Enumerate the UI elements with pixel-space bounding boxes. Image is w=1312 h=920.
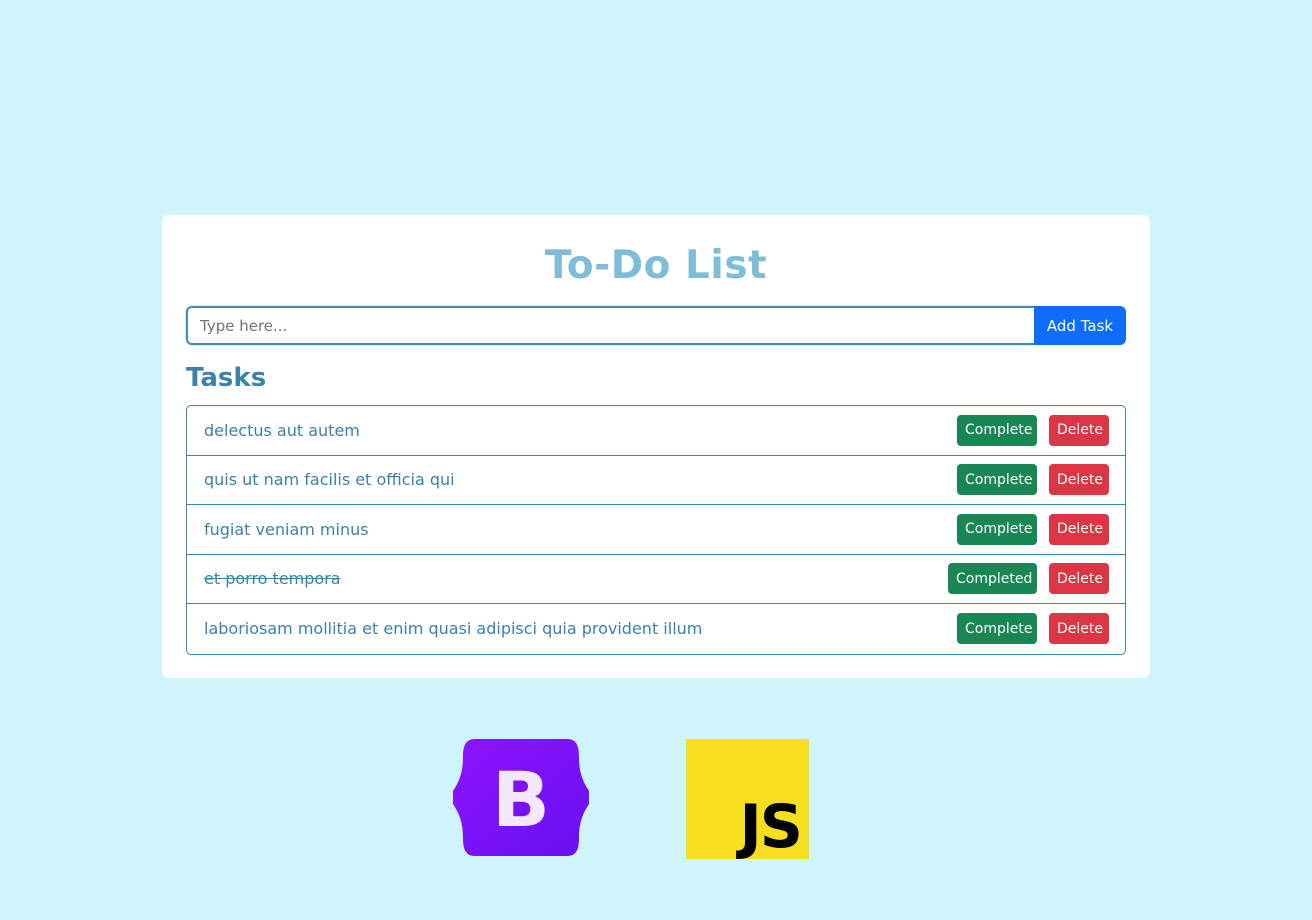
- complete-button[interactable]: Complete: [957, 464, 1037, 496]
- complete-button[interactable]: Complete: [957, 414, 1037, 446]
- page-title: To-Do List: [544, 243, 768, 288]
- task-item: fugiat veniam minus Complete Delete: [187, 505, 1125, 555]
- task-item: laboriosam mollitia et enim quasi adipis…: [187, 604, 1125, 654]
- completed-button[interactable]: Completed: [948, 563, 1037, 595]
- bootstrap-logo-letter: B: [492, 755, 550, 844]
- task-text: quis ut nam facilis et officia qui: [204, 470, 455, 490]
- complete-button[interactable]: Complete: [957, 513, 1037, 545]
- todo-card: To-Do List Add Task Tasks delectus aut a…: [162, 215, 1150, 678]
- delete-button[interactable]: Delete: [1049, 464, 1109, 496]
- task-text: et porro tempora: [204, 569, 341, 589]
- task-text: fugiat veniam minus: [204, 519, 369, 539]
- task-text: delectus aut autem: [204, 420, 360, 440]
- bootstrap-logo-icon: B: [453, 739, 589, 856]
- add-task-form: Add Task: [186, 306, 1126, 345]
- task-item: quis ut nam facilis et officia qui Compl…: [187, 456, 1125, 505]
- task-list: delectus aut autem Complete Delete quis …: [186, 405, 1126, 655]
- task-text: laboriosam mollitia et enim quasi adipis…: [204, 619, 703, 639]
- delete-button[interactable]: Delete: [1049, 563, 1109, 595]
- task-item-completed: et porro tempora Completed Delete: [187, 555, 1125, 604]
- javascript-logo-text: JS: [739, 792, 803, 862]
- javascript-logo-icon: JS: [686, 739, 809, 859]
- task-item: delectus aut autem Complete Delete: [187, 406, 1125, 456]
- delete-button[interactable]: Delete: [1049, 414, 1109, 446]
- complete-button[interactable]: Complete: [957, 613, 1037, 645]
- delete-button[interactable]: Delete: [1049, 513, 1109, 545]
- task-input[interactable]: [186, 306, 1034, 345]
- delete-button[interactable]: Delete: [1049, 613, 1109, 645]
- add-task-button[interactable]: Add Task: [1034, 306, 1126, 345]
- tasks-heading: Tasks: [186, 363, 267, 393]
